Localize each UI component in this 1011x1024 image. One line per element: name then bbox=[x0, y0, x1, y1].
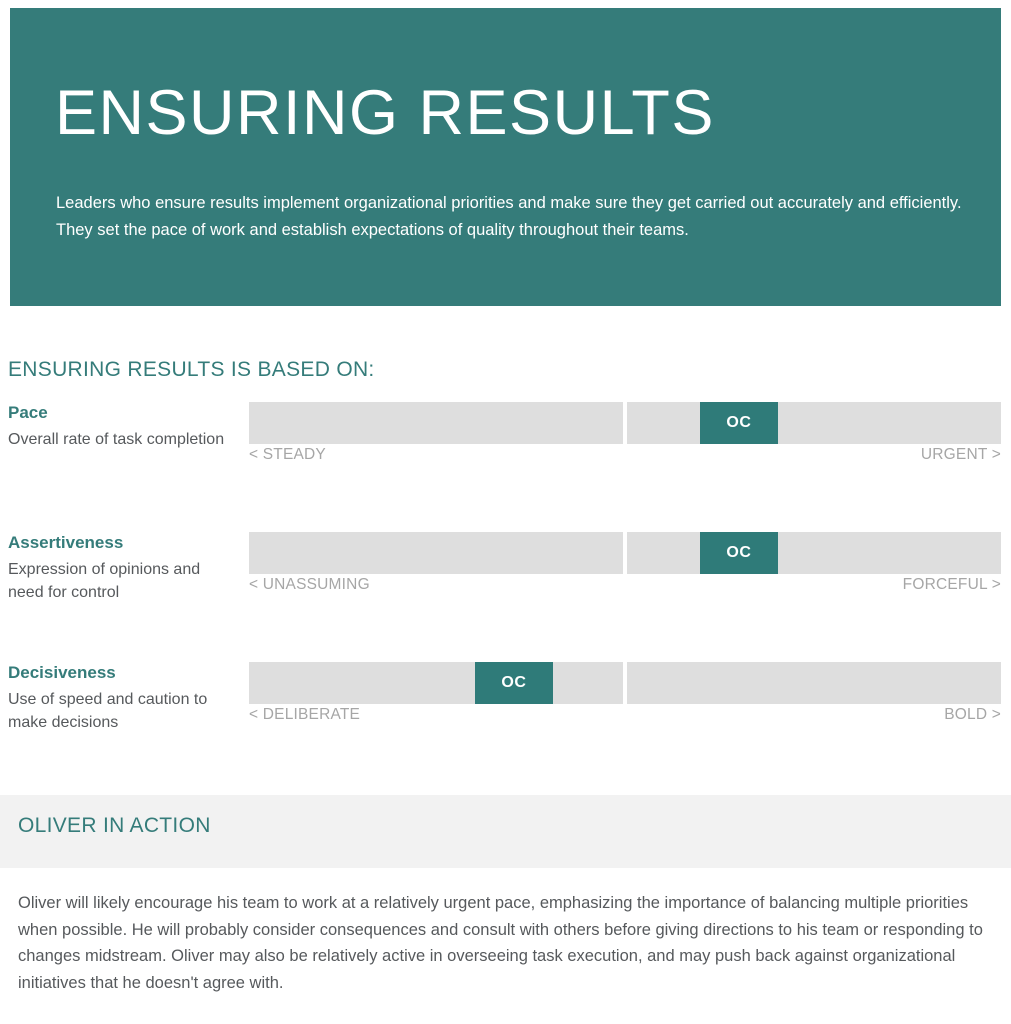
scale-low-anchor: < DELIBERATE bbox=[249, 706, 361, 723]
scales-chart: Pace Overall rate of task completion OC … bbox=[0, 402, 1011, 792]
scale-description: Expression of opinions and need for cont… bbox=[8, 561, 201, 601]
scale-track-left-half bbox=[249, 662, 623, 704]
scale-description: Use of speed and caution to make decisio… bbox=[8, 691, 208, 731]
action-section-heading: OLIVER IN ACTION bbox=[18, 814, 211, 837]
scale-track-left-half bbox=[249, 402, 623, 444]
scale-track-right-half bbox=[627, 402, 1001, 444]
action-section-body: Oliver will likely encourage his team to… bbox=[18, 894, 983, 993]
based-on-heading: ENSURING RESULTS IS BASED ON: bbox=[8, 358, 375, 381]
scale-name: Decisiveness bbox=[8, 663, 116, 682]
scale-row-pace: Pace Overall rate of task completion OC … bbox=[0, 402, 1011, 532]
page-title: ENSURING RESULTS bbox=[55, 78, 715, 148]
scale-meter: OC bbox=[249, 402, 1001, 444]
oc-marker: OC bbox=[475, 662, 553, 704]
scale-track-left-half bbox=[249, 532, 623, 574]
hero-description: Leaders who ensure results implement org… bbox=[56, 194, 962, 239]
scale-name: Pace bbox=[8, 403, 48, 422]
scale-description: Overall rate of task completion bbox=[8, 431, 225, 449]
scale-high-anchor: URGENT > bbox=[920, 446, 1001, 463]
scale-anchors: < UNASSUMING FORCEFUL > bbox=[249, 576, 1001, 600]
oc-marker: OC bbox=[700, 532, 778, 574]
scale-high-anchor: BOLD > bbox=[944, 706, 1001, 723]
scale-meter: OC bbox=[249, 662, 1001, 704]
oc-marker: OC bbox=[700, 402, 778, 444]
scale-row-assertiveness: Assertiveness Expression of opinions and… bbox=[0, 532, 1011, 662]
scale-high-anchor: FORCEFUL > bbox=[902, 576, 1001, 593]
scale-low-anchor: < STEADY bbox=[249, 446, 326, 463]
scale-label-column: Decisiveness Use of speed and caution to… bbox=[8, 662, 240, 735]
action-section-band: OLIVER IN ACTION bbox=[0, 795, 1011, 868]
scale-name: Assertiveness bbox=[8, 533, 124, 552]
scale-anchors: < DELIBERATE BOLD > bbox=[249, 706, 1001, 730]
scale-label-column: Assertiveness Expression of opinions and… bbox=[8, 532, 240, 605]
scale-label-column: Pace Overall rate of task completion bbox=[8, 402, 240, 452]
scale-track-right-half bbox=[627, 662, 1001, 704]
scale-track-right-half bbox=[627, 532, 1001, 574]
scale-low-anchor: < UNASSUMING bbox=[249, 576, 370, 593]
scale-row-decisiveness: Decisiveness Use of speed and caution to… bbox=[0, 662, 1011, 792]
hero-banner: ENSURING RESULTS Leaders who ensure resu… bbox=[10, 8, 1001, 306]
scale-anchors: < STEADY URGENT > bbox=[249, 446, 1001, 470]
scale-meter: OC bbox=[249, 532, 1001, 574]
